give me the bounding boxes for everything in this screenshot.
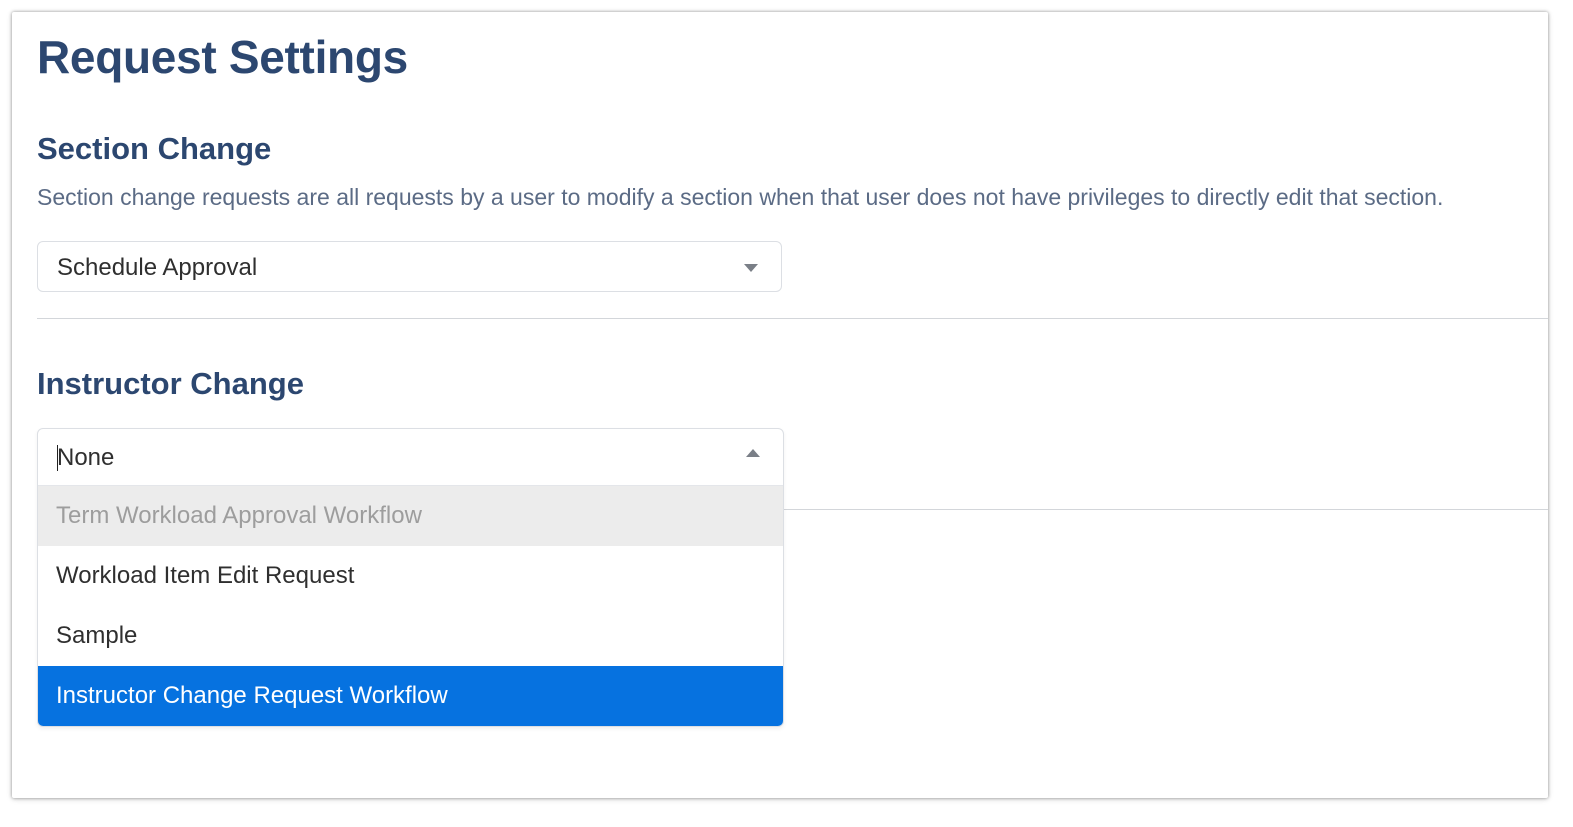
chevron-up-icon[interactable] <box>746 449 760 457</box>
page-title: Request Settings <box>37 31 408 83</box>
instructor-change-select-control[interactable]: None <box>38 429 783 486</box>
section-change-select-value: Schedule Approval <box>57 254 258 281</box>
dropdown-option-instructor-change-request-workflow[interactable]: Instructor Change Request Workflow <box>38 666 783 726</box>
dropdown-option-sample[interactable]: Sample <box>38 606 783 666</box>
dropdown-menu: Term Workload Approval Workflow Workload… <box>38 486 783 726</box>
dropdown-option-workload-item-edit-request[interactable]: Workload Item Edit Request <box>38 546 783 606</box>
section-divider <box>37 318 1548 319</box>
instructor-change-select-value: None <box>57 444 115 471</box>
dropdown-option-term-workload-approval-workflow: Term Workload Approval Workflow <box>38 486 783 546</box>
section-change-heading: Section Change <box>37 131 272 166</box>
section-change-description: Section change requests are all requests… <box>37 184 1444 210</box>
instructor-change-select[interactable]: None Term Workload Approval Workflow Wor… <box>37 428 784 727</box>
chevron-down-icon <box>744 264 758 272</box>
settings-panel: Request Settings Section Change Section … <box>12 12 1548 798</box>
instructor-change-heading: Instructor Change <box>37 366 304 401</box>
section-change-select[interactable]: Schedule Approval <box>37 241 782 292</box>
instructor-section-divider <box>782 509 1548 510</box>
